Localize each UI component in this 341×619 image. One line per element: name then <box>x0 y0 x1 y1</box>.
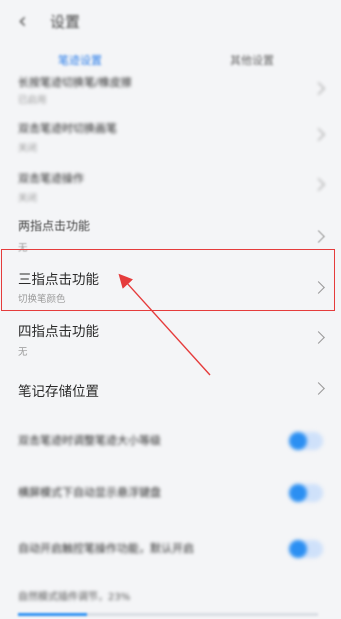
arrow-line <box>118 273 211 376</box>
annotation-arrow <box>118 273 211 376</box>
